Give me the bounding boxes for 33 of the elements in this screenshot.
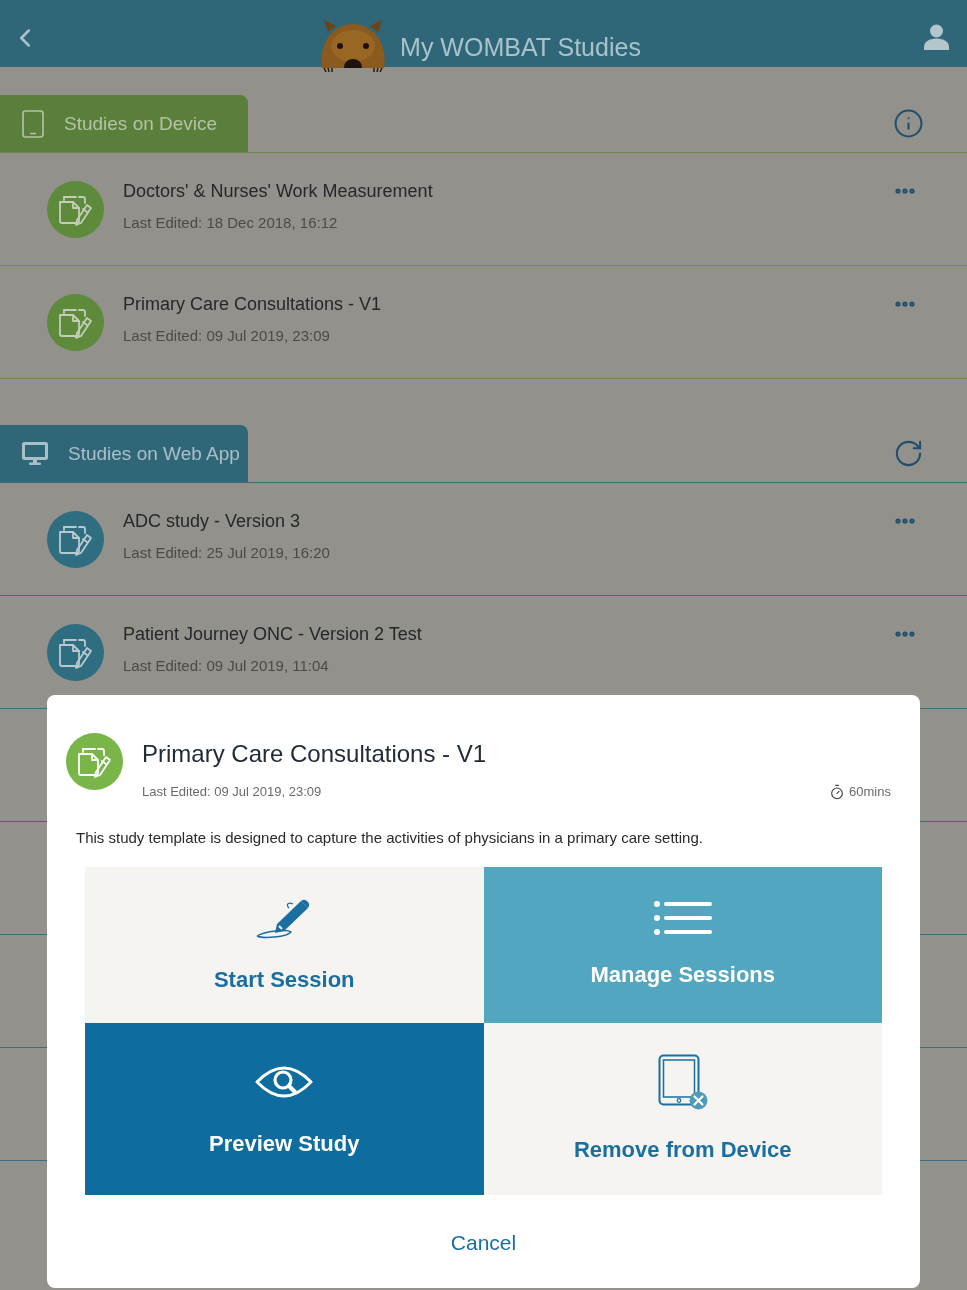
refresh-icon[interactable] xyxy=(893,438,924,469)
user-icon[interactable] xyxy=(924,23,949,50)
remove-action-button[interactable]: Remove from Device xyxy=(483,1023,882,1195)
document-edit-icon xyxy=(66,733,123,790)
study-description: This study template is designed to capture the activities of physicians in a primary care setting. xyxy=(76,829,703,847)
study-title[interactable]: Doctors' & Nurses' Work Measurement xyxy=(123,181,433,202)
preview-action-button[interactable]: Preview Study xyxy=(85,1023,484,1195)
document-edit-icon xyxy=(47,293,104,351)
last-edited-text: Last Edited: 25 Jul 2019, 16:20 xyxy=(123,544,330,561)
duration-text: 60mins xyxy=(849,783,891,801)
header-title: My WOMBAT Studies xyxy=(400,33,641,62)
section-title: Studies on Web App xyxy=(68,442,240,465)
document-edit-icon xyxy=(47,180,104,238)
last-edited-text: Last Edited: 09 Jul 2019, 23:09 xyxy=(123,327,330,344)
study-title[interactable]: Primary Care Consultations - V1 xyxy=(123,294,382,315)
list-icon xyxy=(653,901,712,935)
study-title[interactable]: ADC study - Version 3 xyxy=(123,511,301,532)
document-edit-icon xyxy=(47,510,104,568)
section-title: Studies on Device xyxy=(64,112,218,135)
start-action-button[interactable]: Start Session xyxy=(85,867,484,1023)
last-edited-text: Last Edited: 18 Dec 2018, 16:12 xyxy=(123,214,338,231)
manage-action-button[interactable]: Manage Sessions xyxy=(483,867,882,1023)
tablet-remove-icon xyxy=(657,1054,708,1110)
dialog-title: Primary Care Consultations - V1 xyxy=(142,739,487,769)
document-edit-icon xyxy=(47,623,104,681)
cancel-button[interactable]: Cancel xyxy=(442,1227,525,1259)
last-edited-text: Last Edited: 09 Jul 2019, 23:09 xyxy=(142,783,322,801)
timer-icon xyxy=(829,784,846,800)
study-title[interactable]: Patient Journey ONC - Version 2 Test xyxy=(123,624,422,645)
tablet-icon xyxy=(22,109,44,138)
monitor-icon xyxy=(22,441,48,466)
info-icon[interactable] xyxy=(893,108,924,139)
last-edited-text: Last Edited: 09 Jul 2019, 11:04 xyxy=(123,657,329,674)
